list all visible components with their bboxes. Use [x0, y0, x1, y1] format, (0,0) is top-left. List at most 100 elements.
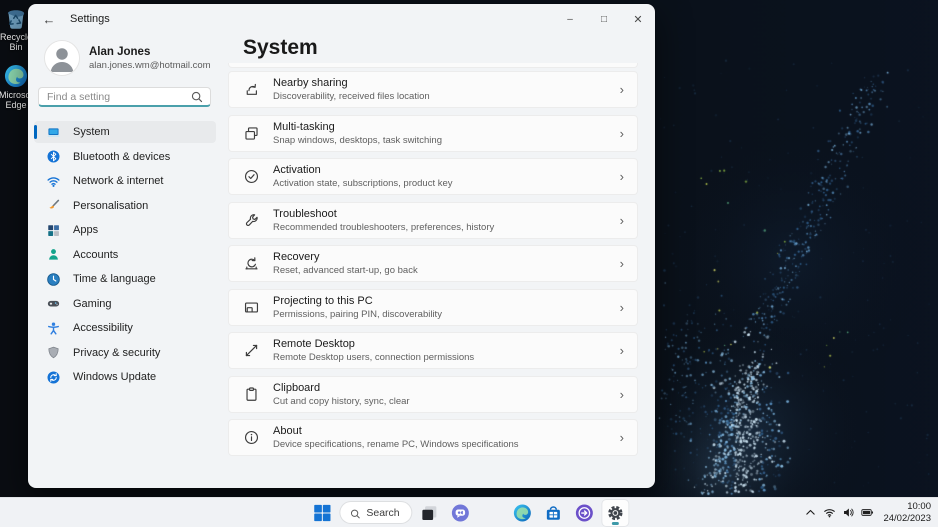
settings-card-nearby-sharing[interactable]: Nearby sharingDiscoverability, received … — [228, 71, 638, 108]
system-icon — [46, 125, 61, 140]
sidebar-item-label: Gaming — [73, 298, 112, 310]
volume-icon[interactable] — [841, 505, 856, 520]
search-icon — [190, 90, 204, 104]
privacy-icon — [46, 345, 61, 360]
start-icon — [312, 503, 332, 523]
time-language-icon — [46, 272, 61, 287]
settings-card-multi-tasking[interactable]: Multi-tasking Snap windows, desktops, tas… — [228, 115, 638, 152]
settings-gear-icon — [606, 503, 626, 523]
window-title: Settings — [70, 13, 110, 25]
settings-card-about[interactable]: About Device specifications, rename PC, W… — [228, 419, 638, 456]
card-description: Cut and copy history, sync, clear — [273, 396, 410, 407]
profile-email: alan.jones.wm@hotmail.com — [89, 60, 211, 71]
clock-date: 24/02/2023 — [883, 513, 931, 524]
edge-icon — [3, 63, 29, 89]
taskbar-task-view-button[interactable] — [417, 500, 443, 526]
search-box — [38, 87, 211, 107]
chevron-right-icon: › — [620, 214, 624, 227]
bluetooth-icon — [46, 149, 61, 164]
store-icon — [544, 503, 564, 523]
sidebar-item-accounts[interactable]: Accounts — [34, 244, 216, 266]
search-input[interactable] — [39, 91, 190, 103]
card-title: Multi-tasking — [273, 121, 442, 133]
sidebar-item-accessibility[interactable]: Accessibility — [34, 317, 216, 339]
chat-icon — [451, 503, 471, 523]
projecting-icon — [243, 299, 260, 316]
sidebar-item-windows-update[interactable]: Windows Update — [34, 366, 216, 388]
recovery-icon — [243, 255, 260, 272]
minimize-button[interactable]: – — [553, 4, 587, 34]
card-description: Discoverability, received files location — [273, 91, 430, 102]
main-content: System Nearby sharingDiscoverability, re… — [228, 34, 655, 488]
taskbar-settings-gear-button[interactable] — [603, 500, 629, 526]
card-title: Remote Desktop — [273, 338, 474, 350]
task-view-icon — [420, 503, 440, 523]
card-title: Activation — [273, 164, 453, 176]
card-description: Snap windows, desktops, task switching — [273, 135, 442, 146]
sidebar-item-network-internet[interactable]: Network & internet — [34, 170, 216, 192]
taskbar-file-explorer-button[interactable] — [479, 500, 505, 526]
selected-accent-bar — [34, 125, 37, 139]
sidebar-item-label: Accounts — [73, 249, 118, 261]
card-description: Reset, advanced start-up, go back — [273, 265, 418, 276]
sidebar-item-apps[interactable]: Apps — [34, 219, 216, 241]
taskbar: Search 10:00 24/02/2023 — [0, 497, 938, 527]
settings-card-remote-desktop[interactable]: Remote Desktop Remote Desktop users, conn… — [228, 332, 638, 369]
settings-card-troubleshoot[interactable]: TroubleshootRecommended troubleshooters,… — [228, 202, 638, 239]
taskbar-chat-button[interactable] — [448, 500, 474, 526]
taskbar-arrow-circle-button[interactable] — [572, 500, 598, 526]
sidebar-item-label: Network & internet — [73, 175, 163, 187]
sidebar-item-bluetooth-devices[interactable]: Bluetooth & devices — [34, 146, 216, 168]
chevron-right-icon: › — [620, 301, 624, 314]
chevron-right-icon: › — [620, 127, 624, 140]
taskbar-center: Search — [309, 500, 628, 526]
taskbar-search[interactable]: Search — [340, 502, 411, 523]
wifi-icon[interactable] — [822, 505, 837, 520]
card-title: Clipboard — [273, 382, 410, 394]
recycle-bin-icon — [3, 5, 29, 31]
sidebar-item-time-language[interactable]: Time & language — [34, 268, 216, 290]
card-title: About — [273, 425, 519, 437]
battery-icon[interactable] — [860, 505, 875, 520]
sidebar-item-label: Apps — [73, 224, 98, 236]
settings-card-projecting-to-this-pc[interactable]: Projecting to this PCPermissions, pairin… — [228, 289, 638, 326]
card-description: Permissions, pairing PIN, discoverabilit… — [273, 309, 442, 320]
accounts-icon — [46, 247, 61, 262]
settings-card-clipboard[interactable]: Clipboard Cut and copy history, sync, cle… — [228, 376, 638, 413]
sidebar-item-label: Windows Update — [73, 371, 156, 383]
sidebar-item-label: Personalisation — [73, 200, 148, 212]
sidebar-item-label: Bluetooth & devices — [73, 151, 170, 163]
sidebar-item-system[interactable]: System — [34, 121, 216, 143]
clock[interactable]: 10:00 24/02/2023 — [883, 501, 933, 524]
back-button[interactable]: ← — [34, 8, 64, 30]
start-button[interactable] — [309, 500, 335, 526]
system-tray: 10:00 24/02/2023 — [803, 498, 933, 527]
gaming-icon — [46, 296, 61, 311]
troubleshoot-icon — [243, 212, 260, 229]
taskbar-store-button[interactable] — [541, 500, 567, 526]
sidebar-item-privacy-security[interactable]: Privacy & security — [34, 342, 216, 364]
file-explorer-icon — [482, 503, 502, 523]
sidebar-item-personalisation[interactable]: Personalisation — [34, 195, 216, 217]
about-icon — [243, 429, 260, 446]
desktop: Recycle Bin Microsoft Edge ← Settings – … — [0, 0, 938, 527]
profile[interactable]: Alan Jones alan.jones.wm@hotmail.com — [44, 40, 211, 76]
close-button[interactable]: ✕ — [621, 4, 655, 34]
maximize-button[interactable]: □ — [587, 4, 621, 34]
sidebar-item-gaming[interactable]: Gaming — [34, 293, 216, 315]
sidebar-item-label: System — [73, 126, 110, 138]
card-title: Troubleshoot — [273, 208, 494, 220]
clipboard-icon — [243, 386, 260, 403]
settings-card-activation[interactable]: ActivationActivation state, subscription… — [228, 158, 638, 195]
chevron-right-icon: › — [620, 83, 624, 96]
scrolled-card-partial — [228, 63, 638, 68]
settings-card-recovery[interactable]: Recovery Reset, advanced start-up, go bac… — [228, 245, 638, 282]
card-description: Remote Desktop users, connection permiss… — [273, 352, 474, 363]
apps-icon — [46, 223, 61, 238]
chevron-up-icon[interactable] — [803, 505, 818, 520]
sidebar-item-label: Privacy & security — [73, 347, 160, 359]
taskbar-edge-button[interactable] — [510, 500, 536, 526]
activation-icon — [243, 168, 260, 185]
card-description: Device specifications, rename PC, Window… — [273, 439, 519, 450]
card-title: Recovery — [273, 251, 418, 263]
